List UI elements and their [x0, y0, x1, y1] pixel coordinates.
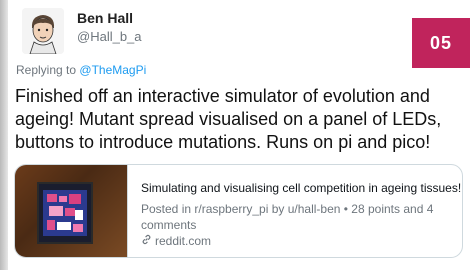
reply-prefix: Replying to [16, 63, 77, 77]
author-handle[interactable]: @Hall_b_a [77, 29, 142, 44]
link-preview-domain: reddit.com [155, 234, 212, 248]
tweet-body: Finished off an interactive simulator of… [15, 86, 442, 152]
link-preview-description: Posted in r/raspberry_pi by u/hall-ben •… [141, 202, 434, 232]
avatar[interactable] [22, 8, 64, 54]
author-name[interactable]: Ben Hall [77, 10, 133, 26]
link-icon [141, 234, 152, 248]
avatar-illustration [22, 8, 64, 54]
item-number-badge: 05 [412, 18, 470, 68]
page-edge-shadow [0, 0, 8, 270]
reply-context: Replying to @TheMagPi [16, 63, 146, 77]
link-preview-title[interactable]: Simulating and visualising cell competit… [141, 181, 461, 195]
reply-mention-link[interactable]: @TheMagPi [79, 63, 146, 77]
link-preview-card[interactable]: Simulating and visualising cell competit… [14, 164, 463, 258]
led-panel-image [37, 182, 93, 244]
link-preview-thumbnail [15, 165, 128, 257]
link-preview-source: reddit.com [141, 234, 211, 248]
tweet-card: Ben Hall @Hall_b_a 05 Replying to @TheMa… [8, 0, 470, 270]
